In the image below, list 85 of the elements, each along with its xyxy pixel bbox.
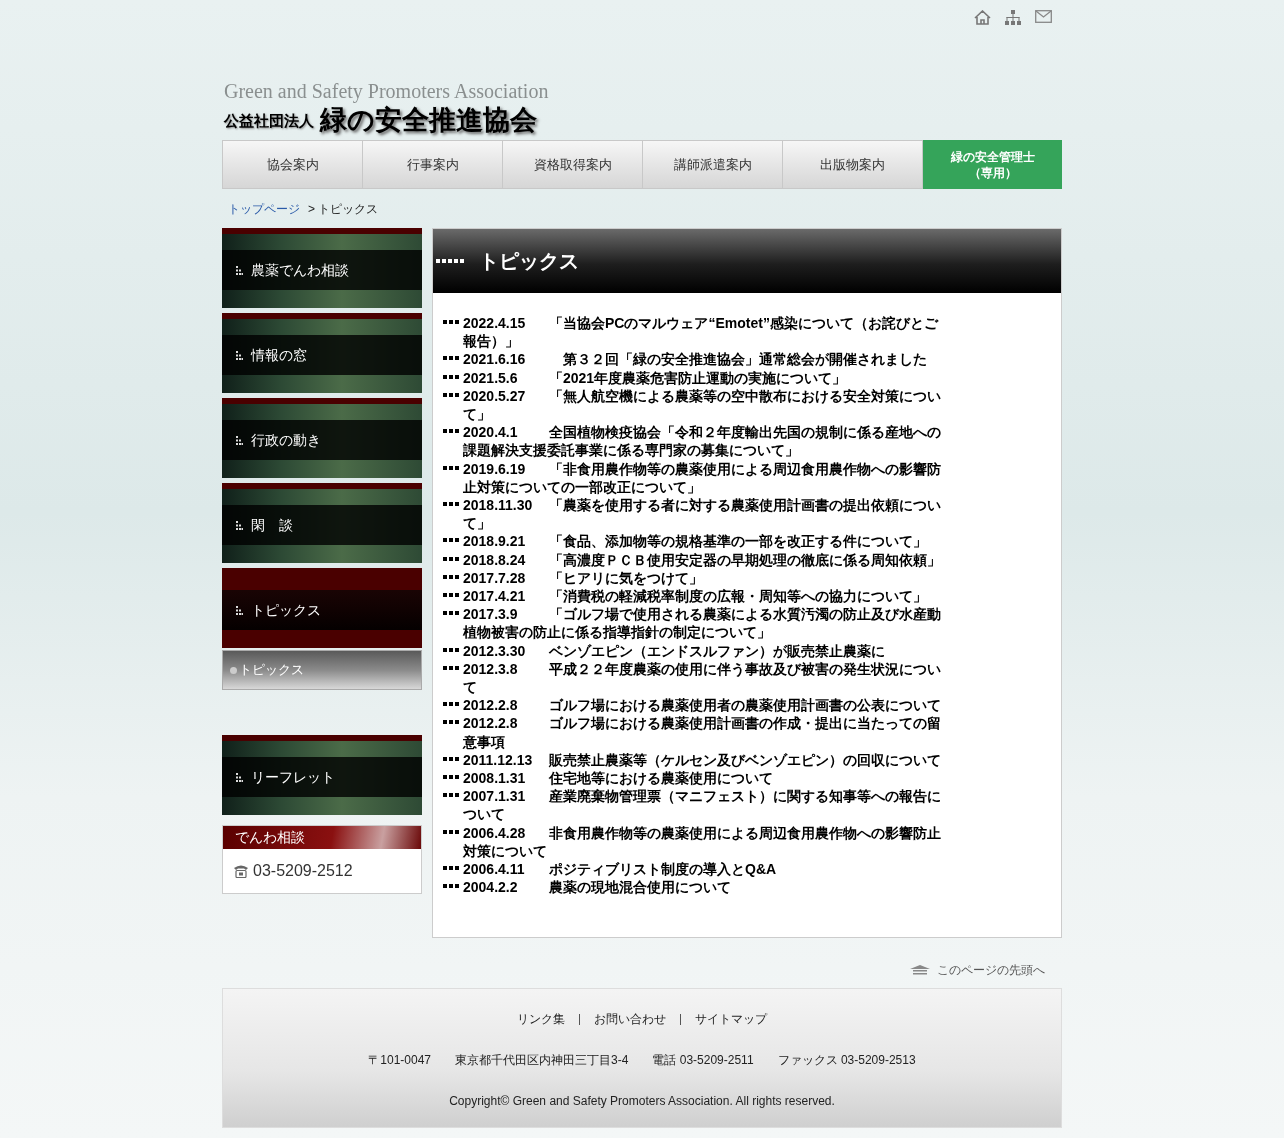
mail-icon[interactable] — [1035, 10, 1052, 23]
logo-org-name: 緑の安全推進協会 — [320, 103, 537, 137]
bullet-icon — [443, 320, 459, 324]
topic-link[interactable]: 2012.3.30 ベンゾエピン（エンドスルファン）が販売禁止農薬に — [463, 641, 943, 660]
address-text: ファックス 03-5209-2513 — [777, 1052, 916, 1069]
bullet-icon — [443, 392, 459, 397]
bullet-icon — [443, 538, 459, 543]
footer-link[interactable]: リンク集 — [517, 1010, 565, 1028]
sitemap-icon[interactable] — [1005, 10, 1021, 25]
bullet-icon — [443, 374, 459, 379]
address-text: 電話 03-5209-2511 — [652, 1052, 754, 1069]
bullet-icon — [443, 665, 459, 670]
nav-tab[interactable]: 行事案内 — [363, 140, 503, 189]
sidebar-banner[interactable]: リーフレット — [222, 735, 422, 815]
footer-link[interactable]: お問い合わせ — [594, 1010, 666, 1028]
sidebar-banner[interactable]: 閑 談 — [222, 483, 422, 563]
dots-icon — [236, 265, 243, 275]
topic-link[interactable]: 2020.5.27 「無人航空機による農薬等の空中散布における安全対策について」 — [463, 386, 943, 424]
phone-box-title: でんわ相談 — [223, 826, 421, 849]
footer-link[interactable]: サイトマップ — [695, 1010, 767, 1028]
logo-org-type: 公益社団法人 — [224, 111, 314, 131]
dots-icon — [236, 435, 243, 445]
bullet-icon — [443, 756, 459, 761]
address-text: 〒101-0047 — [368, 1052, 432, 1069]
topic-link[interactable]: 2021.6.16 第３２回「緑の安全推進協会」通常総会が開催されました — [463, 350, 943, 369]
topic-link[interactable]: 2017.3.9 「ゴルフ場で使用される農薬による水質汚濁の防止及び水産動植物被害の防止に係る指導指針の制定について」 — [463, 605, 943, 642]
topic-link[interactable]: 2021.5.6 「2021年度農薬危害防止運動の実施について」 — [463, 368, 943, 387]
bullet-icon — [443, 593, 459, 598]
sidebar-banner[interactable]: トピックス — [222, 568, 422, 648]
dots-icon — [236, 605, 243, 615]
topic-link[interactable]: 2006.4.11 ポジティブリスト制度の導入とQ&A — [463, 860, 943, 879]
page-top-link[interactable]: このページの先頭へ — [937, 961, 1045, 979]
home-icon[interactable] — [974, 10, 991, 25]
dots-icon — [236, 350, 243, 360]
nav-tab[interactable]: 講師派遣案内 — [643, 140, 783, 189]
breadcrumb-link[interactable]: トップページ — [228, 199, 300, 218]
bullet-icon — [443, 611, 459, 616]
dots-icon — [236, 772, 243, 782]
bullet-icon — [443, 556, 459, 561]
bullet-icon — [443, 793, 459, 798]
dots-icon — [236, 520, 243, 530]
nav-tab[interactable]: 協会案内 — [222, 140, 363, 189]
bullet-icon — [443, 720, 459, 725]
sidebar-banner[interactable]: 情報の窓 — [222, 313, 422, 393]
topic-link[interactable]: 2004.2.2 農薬の現地混合使用について — [463, 878, 943, 897]
bullet-icon — [443, 502, 459, 507]
topic-link[interactable]: 2019.6.19 「非食用農作物等の農薬使用による周辺食用農作物への影響防止対策についての一部改正について」 — [463, 459, 943, 497]
sidebar-banner[interactable]: 行政の動き — [222, 398, 422, 478]
topic-link[interactable]: 2018.8.24 「高濃度ＰＣＢ使用安定器の早期処理の徹底に係る周知依頼」 — [463, 550, 943, 569]
topic-link[interactable]: 2017.7.28 「ヒアリに気をつけて」 — [463, 568, 943, 588]
bullet-icon — [230, 666, 237, 674]
telephone-icon — [233, 864, 249, 878]
topic-link[interactable]: 2018.9.21 「食品、添加物等の規格基準の一部を改正する件について」 — [463, 532, 943, 551]
topic-link[interactable]: 2006.4.28 非食用農作物等の農薬使用による周辺食用農作物への影響防止対策について — [463, 823, 943, 861]
bullet-icon — [443, 866, 459, 871]
topic-link[interactable]: 2007.1.31 産業廃棄物管理票（マニフェスト）に関する知事等への報告について — [463, 787, 943, 824]
bullet-icon — [443, 829, 459, 834]
breadcrumb-current: > トピックス — [308, 200, 379, 218]
bullet-icon — [443, 647, 459, 652]
bullet-icon — [443, 356, 459, 361]
phone-number: 03-5209-2512 — [253, 861, 353, 881]
bullet-icon — [443, 884, 459, 889]
topic-link[interactable]: 2020.4.1 全国植物検疫協会「令和２年度輸出先国の規制に係る産地への課題解決支援委託事業に係る専門家の募集について」 — [463, 423, 943, 460]
copyright: Copyright© Green and Safety Promoters Association. All rights reserved. — [449, 1093, 835, 1110]
dots-icon — [436, 258, 465, 264]
topic-link[interactable]: 2012.2.8 ゴルフ場における農薬使用者の農薬使用計画書の公表について — [463, 696, 943, 715]
topic-link[interactable]: 2017.4.21 「消費税の軽減税率制度の広報・周知等への協力について」 — [463, 587, 943, 606]
bullet-icon — [443, 465, 459, 470]
content-title: トピックス — [479, 249, 579, 274]
topic-link[interactable]: 2011.12.13 販売禁止農薬等（ケルセン及びベンゾエピン）の回収について — [463, 750, 943, 770]
nav-tab[interactable]: 出版物案内 — [783, 140, 923, 189]
topic-link[interactable]: 2018.11.30 「農薬を使用する者に対する農薬使用計画書の提出依頼について」 — [463, 496, 943, 533]
bullet-icon — [443, 429, 459, 434]
logo-subtitle: Green and Safety Promoters Association — [224, 80, 549, 102]
address-text: 東京都千代田区内神田三丁目3-4 — [455, 1052, 629, 1069]
bullet-icon — [443, 775, 459, 780]
up-arrow-icon[interactable] — [909, 965, 931, 975]
nav-tab[interactable]: 資格取得案内 — [503, 140, 643, 189]
bullet-icon — [443, 574, 459, 579]
bullet-icon — [443, 702, 459, 707]
sidebar-banner[interactable]: 農薬でんわ相談 — [222, 228, 422, 308]
topic-link[interactable]: 2022.4.15 「当協会PCのマルウェア“Emotet”感染について（お詫びとご報告）」 — [463, 314, 943, 351]
topic-link[interactable]: 2012.3.8 平成２２年度農薬の使用に伴う事故及び被害の発生状況について — [463, 659, 943, 697]
topic-link[interactable]: 2012.2.8 ゴルフ場における農薬使用計画書の作成・提出に当たっての留意事項 — [463, 714, 943, 751]
topic-link[interactable]: 2008.1.31 住宅地等における農薬使用について — [463, 769, 943, 788]
